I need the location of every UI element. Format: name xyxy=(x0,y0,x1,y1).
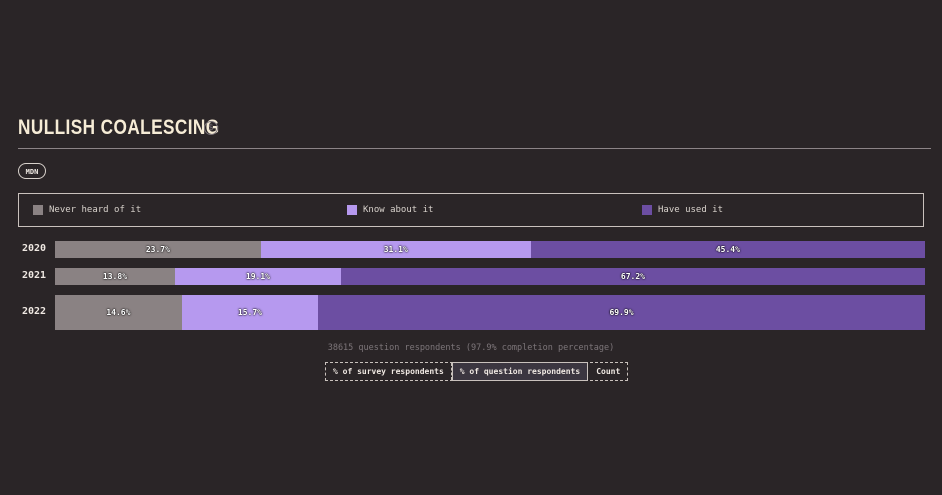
bar-value-label: 67.2% xyxy=(620,272,645,281)
bar-value-label: 13.8% xyxy=(102,272,128,281)
bar-value-label: 31.1% xyxy=(383,245,408,254)
source-mdn-button[interactable]: MDN xyxy=(18,163,46,179)
dollar-circle-icon[interactable]: $ xyxy=(204,121,218,135)
title-divider xyxy=(18,148,931,149)
bar-value-label: 69.9% xyxy=(609,308,634,317)
legend-item-have-used[interactable]: Have used it xyxy=(642,204,723,216)
legend: Never heard of it Know about it Have use… xyxy=(18,193,924,227)
legend-label-have-used: Have used it xyxy=(658,205,724,215)
bar-value-label: 23.7% xyxy=(145,245,170,254)
unit-survey-respondents-button[interactable]: % of survey respondents xyxy=(326,363,451,380)
bar-segment-never-heard-of-it-2021[interactable]: 13.8% xyxy=(55,268,175,285)
chart-title-row: NULLISH COALESCING xyxy=(18,114,264,142)
unit-question-respondents-button[interactable]: % of question respondents xyxy=(451,362,589,381)
chart-title: NULLISH COALESCING xyxy=(18,116,220,139)
bar-segment-know-about-it-2021[interactable]: 19.1% xyxy=(174,268,341,285)
bar-segment-know-about-it-2022[interactable]: 15.7% xyxy=(181,295,319,330)
year-label: 2022 xyxy=(22,305,47,317)
unit-count-button[interactable]: Count xyxy=(589,363,627,380)
bar-segment-never-heard-of-it-2020[interactable]: 23.7% xyxy=(55,241,261,258)
legend-item-never-heard[interactable]: Never heard of it xyxy=(33,204,141,216)
legend-label-never-heard: Never heard of it xyxy=(49,205,142,215)
bar-segment-have-used-it-2021[interactable]: 67.2% xyxy=(340,268,925,285)
bar-segment-have-used-it-2020[interactable]: 45.4% xyxy=(530,241,925,258)
legend-item-know-about[interactable]: Know about it xyxy=(347,204,433,216)
units-switcher: % of survey respondents % of question re… xyxy=(325,362,629,381)
bar-segment-have-used-it-2022[interactable]: 69.9% xyxy=(318,295,925,330)
bar-value-label: 19.1% xyxy=(245,272,270,281)
respondents-note: 38615 question respondents (97.9% comple… xyxy=(327,343,615,353)
year-label: 2021 xyxy=(22,269,47,281)
year-label: 2020 xyxy=(22,242,47,254)
legend-label-know-about: Know about it xyxy=(363,205,434,215)
legend-swatch-know-about xyxy=(347,205,357,215)
bar-value-label: 14.6% xyxy=(106,308,131,317)
bar-value-label: 45.4% xyxy=(715,245,740,254)
bar-segment-never-heard-of-it-2022[interactable]: 14.6% xyxy=(55,295,182,330)
bar-value-label: 15.7% xyxy=(237,308,262,317)
legend-swatch-have-used xyxy=(642,205,652,215)
legend-swatch-never-heard xyxy=(33,205,43,215)
bar-segment-know-about-it-2020[interactable]: 31.1% xyxy=(260,241,531,258)
